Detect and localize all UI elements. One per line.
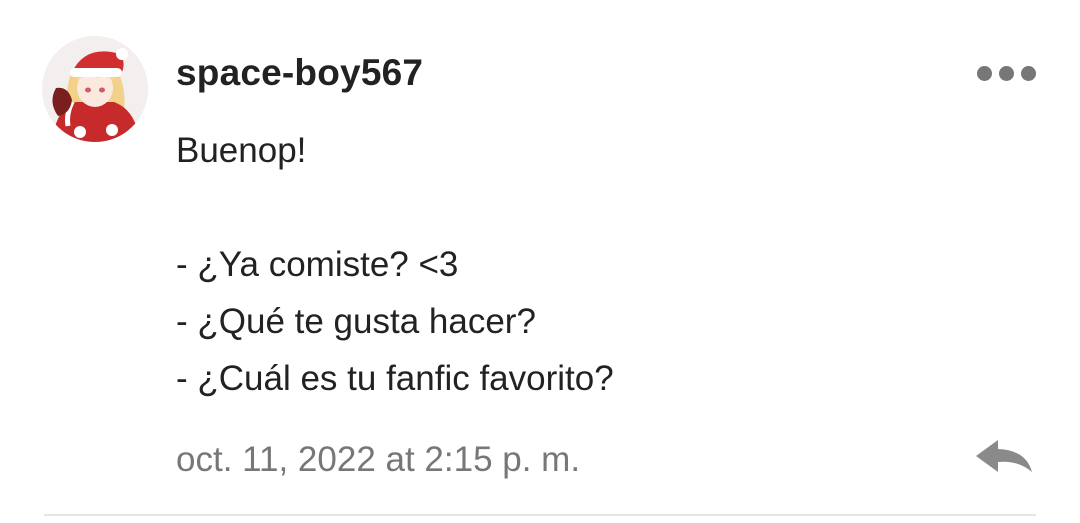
comment-text: Buenop! - ¿Ya comiste? <3 - ¿Qué te gust… [176,122,956,407]
comment-line: - ¿Ya comiste? <3 [176,245,459,284]
comment-timestamp: oct. 11, 2022 at 2:15 p. m. [176,440,581,479]
comment-line [176,179,956,236]
avatar[interactable] [42,36,148,142]
reply-button[interactable] [972,436,1038,480]
username[interactable]: space-boy567 [176,52,423,94]
avatar-santa-girl-icon [42,36,148,142]
reply-arrow-icon [976,440,1032,472]
comment-line: - ¿Qué te gusta hacer? [176,302,536,341]
divider [44,514,1036,516]
comment-line: Buenop! [176,131,307,170]
more-options-icon [976,65,992,81]
comment-item: space-boy567 Buenop! - ¿Ya comiste? <3 -… [0,0,1080,523]
more-options-button[interactable] [970,58,1042,88]
more-options-icon [1020,65,1036,81]
more-options-icon [998,65,1014,81]
comment-line: - ¿Cuál es tu fanfic favorito? [176,359,614,398]
